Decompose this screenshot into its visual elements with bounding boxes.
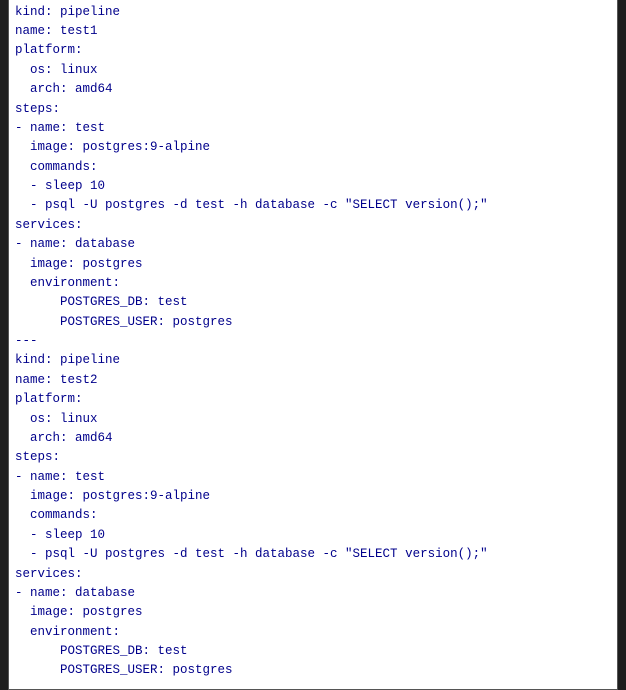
code-line: commands: [15, 506, 611, 525]
code-line: POSTGRES_DB: test [15, 293, 611, 312]
code-line: image: postgres [15, 603, 611, 622]
code-line: platform: [15, 41, 611, 60]
code-line: name: test2 [15, 371, 611, 390]
code-line: - sleep 10 [15, 177, 611, 196]
code-line: - psql -U postgres -d test -h database -… [15, 196, 611, 215]
code-line: image: postgres:9-alpine [15, 487, 611, 506]
code-line: - psql -U postgres -d test -h database -… [15, 545, 611, 564]
code-line: - sleep 10 [15, 526, 611, 545]
code-line: --- [15, 332, 611, 351]
code-line: name: test1 [15, 22, 611, 41]
code-line: steps: [15, 448, 611, 467]
code-line: services: [15, 565, 611, 584]
code-line: os: linux [15, 61, 611, 80]
code-line: - name: test [15, 468, 611, 487]
code-line: services: [15, 216, 611, 235]
code-line: os: linux [15, 410, 611, 429]
code-line: POSTGRES_DB: test [15, 642, 611, 661]
code-line: kind: pipeline [15, 351, 611, 370]
code-line: platform: [15, 390, 611, 409]
code-line: image: postgres [15, 255, 611, 274]
code-line: - name: database [15, 235, 611, 254]
code-line: - name: test [15, 119, 611, 138]
code-line: POSTGRES_USER: postgres [15, 661, 611, 680]
code-line: kind: pipeline [15, 3, 611, 22]
code-line: arch: amd64 [15, 80, 611, 99]
code-line: commands: [15, 158, 611, 177]
code-block: ---kind: pipelinename: test1platform: os… [15, 0, 611, 681]
code-line: environment: [15, 623, 611, 642]
code-line: image: postgres:9-alpine [15, 138, 611, 157]
code-line: POSTGRES_USER: postgres [15, 313, 611, 332]
code-line: - name: database [15, 584, 611, 603]
code-line: arch: amd64 [15, 429, 611, 448]
code-line: environment: [15, 274, 611, 293]
code-line: steps: [15, 100, 611, 119]
code-container: ---kind: pipelinename: test1platform: os… [8, 0, 618, 690]
